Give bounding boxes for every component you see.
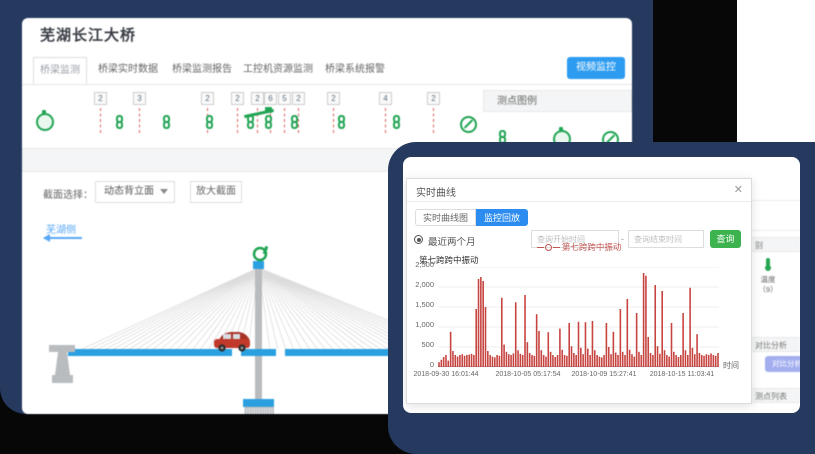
chart-legend[interactable]: 第七跨跨中振动 xyxy=(407,241,751,253)
dialog-title: 实时曲线 xyxy=(416,184,456,199)
x-tick: 2018-10-15 11:03:41 xyxy=(644,371,720,378)
dialog-window-frame: 别 温度 （9） 对比分析 对比分析 测点列表 实时曲线 ✕ 实时曲线图 监控回… xyxy=(388,142,815,454)
sensor-count-badge: 5 xyxy=(278,92,291,105)
page-title: 芜湖长江大桥 xyxy=(40,24,136,45)
y-tick: 1,500 xyxy=(407,300,434,309)
sensor-count-badge: 2 xyxy=(94,92,107,105)
section-select-value: 动态背立面 xyxy=(104,186,154,197)
y-tick: 2,500 xyxy=(407,260,434,269)
x-tick: 2018-10-05 05:17:54 xyxy=(490,371,566,378)
section-select-dropdown[interactable]: 动态背立面 xyxy=(95,181,175,203)
legend-label: 第七跨跨中振动 xyxy=(562,242,622,252)
sensor-count-badge: 2 xyxy=(201,92,214,105)
temperature-count: （9） xyxy=(748,284,788,295)
legend-circle-icon xyxy=(545,244,552,251)
y-tick: 2,000 xyxy=(407,280,434,289)
sensor-count-badge: 4 xyxy=(379,92,392,105)
sensor-count-badge: 2 xyxy=(327,92,340,105)
bridge-side-label: 芜湖侧 xyxy=(46,221,76,236)
divider xyxy=(752,230,800,231)
y-tick: 500 xyxy=(407,340,434,349)
strain-sensor-icon[interactable] xyxy=(206,115,215,130)
legend-line xyxy=(537,247,544,248)
dialog-tab-bar: 实时曲线图 监控回放 xyxy=(415,209,528,226)
tab-ipc-resource[interactable]: 工控机资源监测 xyxy=(243,57,313,83)
sensor-dropline xyxy=(333,108,334,133)
sensor-count-badge: 2 xyxy=(427,92,440,105)
sensor-count-badge: 2 xyxy=(251,92,264,105)
compare-section-header: 对比分析 xyxy=(752,337,800,352)
tab-monitor-report[interactable]: 桥梁监测报告 xyxy=(172,57,232,83)
thermometer-icon xyxy=(765,258,771,271)
tab-realtime-curve[interactable]: 实时曲线图 xyxy=(415,209,476,226)
sensor-count-badge: 2 xyxy=(292,92,305,105)
compare-analysis-button[interactable]: 对比分析 xyxy=(765,356,800,372)
section-select-label: 截面选择： xyxy=(43,186,93,201)
x-tick: 2018-09-30 16:01:44 xyxy=(408,371,484,378)
divider xyxy=(752,200,800,201)
left-arrow-icon xyxy=(44,237,82,239)
car-graphic xyxy=(214,332,250,352)
panel-header-partial: 别 xyxy=(752,237,800,252)
realtime-curve-dialog: 实时曲线 ✕ 实时曲线图 监控回放 最近两个月 - 查询 第七跨跨中振动 第七跨… xyxy=(406,178,752,404)
tab-bridge-monitor[interactable]: 桥梁监测 xyxy=(33,57,87,84)
inspection-vehicle-icon[interactable] xyxy=(244,108,274,118)
y-tick: 1,000 xyxy=(407,320,434,329)
strain-sensor-icon[interactable] xyxy=(338,115,347,130)
x-tick: 2018-10-09 15:27:41 xyxy=(566,371,642,378)
strain-sensor-icon[interactable] xyxy=(116,115,125,130)
strain-sensor-icon[interactable] xyxy=(393,115,402,130)
tab-realtime-data[interactable]: 桥梁实时数据 xyxy=(98,57,158,83)
anemometer-icon[interactable] xyxy=(36,113,54,131)
sensor-count-badge: 2 xyxy=(231,92,244,105)
dialog-window: 别 温度 （9） 对比分析 对比分析 测点列表 实时曲线 ✕ 实时曲线图 监控回… xyxy=(403,157,800,413)
sensor-count-badge: 6 xyxy=(264,92,277,105)
desktop-white-area xyxy=(737,0,815,160)
y-tick: 0 xyxy=(407,360,434,369)
disabled-sensor-icon[interactable] xyxy=(460,116,477,133)
legend-panel-title: 测点图例 xyxy=(497,92,537,112)
vibration-chart xyxy=(438,267,719,367)
sensor-dropline xyxy=(237,108,238,133)
sensor-dropline xyxy=(100,108,101,133)
dialog-title-bar: 实时曲线 ✕ xyxy=(407,179,751,202)
sensor-count-badge: 3 xyxy=(133,92,146,105)
strain-sensor-icon[interactable] xyxy=(291,115,300,130)
zoom-section-button[interactable]: 放大截面 xyxy=(190,181,242,203)
main-tab-bar: 桥梁监测 桥梁实时数据 桥梁监测报告 工控机资源监测 桥梁系统报警 xyxy=(22,57,632,85)
legend-line xyxy=(553,247,560,248)
legend-panel-header: 测点图例 xyxy=(483,90,632,112)
close-icon[interactable]: ✕ xyxy=(734,183,743,196)
sensor-dropline xyxy=(385,108,386,133)
sensor-dropline xyxy=(139,108,140,133)
video-monitor-button[interactable]: 视频监控 xyxy=(567,57,625,79)
tab-system-alarm[interactable]: 桥梁系统报警 xyxy=(325,57,385,83)
strain-sensor-icon[interactable] xyxy=(163,115,172,130)
tab-monitor-playback[interactable]: 监控回放 xyxy=(476,209,528,226)
point-list-header: 测点列表 xyxy=(752,388,800,403)
sensor-dropline xyxy=(284,108,285,133)
sensor-dropline xyxy=(433,108,434,133)
x-axis-name: 时间 xyxy=(723,360,739,371)
chevron-down-icon xyxy=(160,189,168,194)
